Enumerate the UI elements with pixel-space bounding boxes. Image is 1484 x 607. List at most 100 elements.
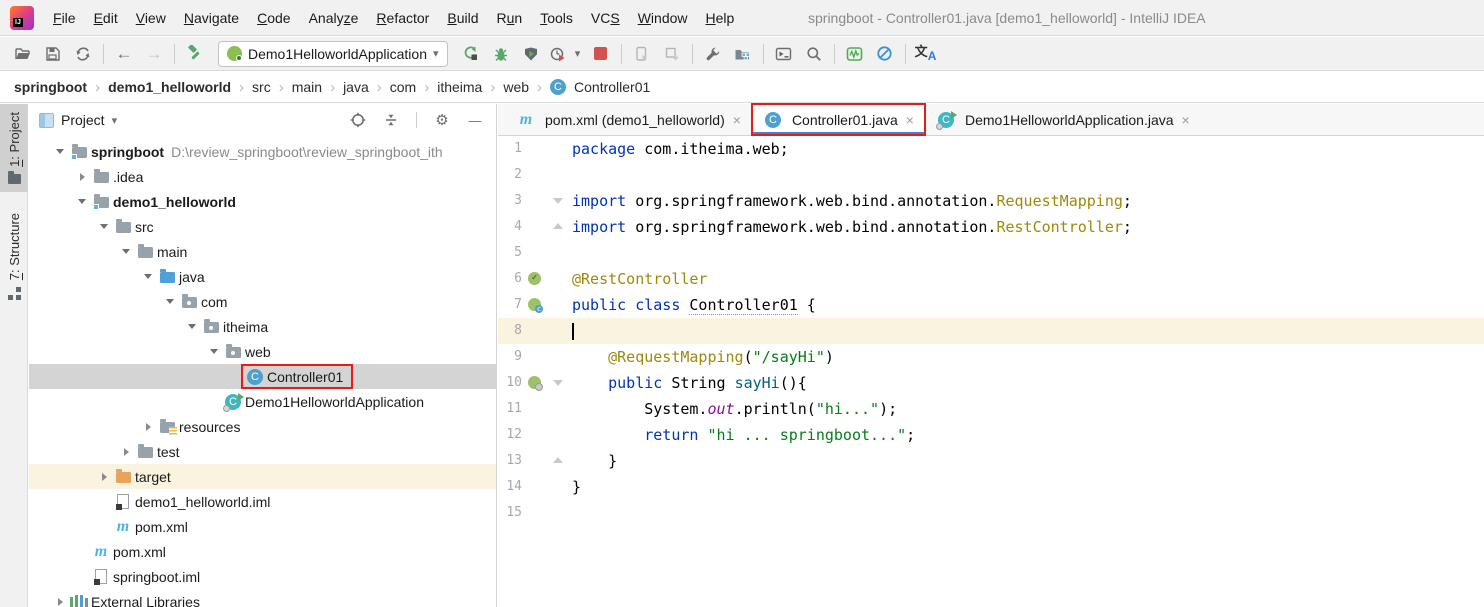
tree-toggle-icon[interactable] — [51, 598, 69, 606]
code-line-6[interactable]: 6✓@RestController — [498, 266, 1484, 292]
power-save-icon[interactable] — [870, 40, 900, 68]
run-console-icon[interactable] — [769, 40, 799, 68]
tree-toggle-icon[interactable] — [205, 349, 223, 354]
code-line-11[interactable]: 11 System.out.println("hi..."); — [498, 396, 1484, 422]
open-project-icon[interactable] — [8, 40, 38, 68]
menu-navigate[interactable]: Navigate — [175, 0, 248, 36]
spring-bean-icon[interactable]: c — [528, 298, 541, 311]
chevron-down-icon[interactable]: ▾ — [112, 114, 118, 127]
debug-icon[interactable] — [486, 40, 516, 68]
code-line-9[interactable]: 9 @RequestMapping("/sayHi") — [498, 344, 1484, 370]
breadcrumb-item-main[interactable]: main — [290, 79, 324, 95]
fold-marker-icon[interactable] — [553, 380, 563, 386]
project-panel-title[interactable]: Project — [61, 112, 105, 128]
tree-toggle-icon[interactable] — [117, 249, 135, 254]
tree-toggle-icon[interactable] — [95, 224, 113, 229]
breadcrumb-item-src[interactable]: src — [250, 79, 273, 95]
code-line-7[interactable]: 7cpublic class Controller01 { — [498, 292, 1484, 318]
menu-vcs[interactable]: VCS — [582, 0, 629, 36]
line-number[interactable]: 1 — [498, 136, 522, 162]
tree-row-web[interactable]: web — [29, 339, 496, 364]
tree-toggle-icon[interactable] — [183, 324, 201, 329]
tree-toggle-icon[interactable] — [95, 473, 113, 481]
breadcrumb-item-springboot[interactable]: springboot — [12, 79, 89, 95]
tree-toggle-icon[interactable] — [139, 274, 157, 279]
line-number[interactable]: 3 — [498, 188, 522, 214]
menu-refactor[interactable]: Refactor — [367, 0, 438, 36]
fold-marker-icon[interactable] — [553, 457, 563, 463]
tree-row-src[interactable]: src — [29, 214, 496, 239]
tree-toggle-icon[interactable] — [117, 448, 135, 456]
tab-controller01-java[interactable]: CController01.java× — [752, 104, 925, 135]
tree-toggle-icon[interactable] — [51, 149, 69, 154]
tree-row-springboot[interactable]: springbootD:\review_springboot\review_sp… — [29, 139, 496, 164]
menu-window[interactable]: Window — [629, 0, 697, 36]
tree-row-resources[interactable]: resources — [29, 414, 496, 439]
tree-row-pom-xml[interactable]: mpom.xml — [29, 539, 496, 564]
project-structure-icon[interactable] — [728, 40, 758, 68]
synchronize-icon[interactable] — [68, 40, 98, 68]
line-number[interactable]: 15 — [498, 500, 522, 526]
line-number[interactable]: 13 — [498, 448, 522, 474]
line-number[interactable]: 5 — [498, 240, 522, 266]
run-icon[interactable] — [456, 40, 486, 68]
code-line-10[interactable]: 10 public String sayHi(){ — [498, 370, 1484, 396]
code-line-4[interactable]: 4import org.springframework.web.bind.ann… — [498, 214, 1484, 240]
line-number[interactable]: 8 — [498, 318, 522, 344]
menu-tools[interactable]: Tools — [531, 0, 582, 36]
run-with-coverage-icon[interactable] — [516, 40, 546, 68]
spring-bean-icon[interactable] — [528, 376, 541, 389]
tree-row-com[interactable]: com — [29, 289, 496, 314]
tree-row-demo1helloworldapplication[interactable]: CDemo1HelloworldApplication — [29, 389, 496, 414]
run-configuration-select[interactable]: Demo1HelloworldApplication ▾ — [218, 41, 448, 67]
stop-icon[interactable] — [586, 40, 616, 68]
code-line-8[interactable]: 8 — [498, 318, 1484, 344]
menu-code[interactable]: Code — [248, 0, 299, 36]
gear-icon[interactable]: ⚙ — [429, 108, 455, 132]
tree-row-external-libraries[interactable]: External Libraries — [29, 589, 496, 607]
tree-row-springboot-iml[interactable]: springboot.iml — [29, 564, 496, 589]
code-line-2[interactable]: 2 — [498, 162, 1484, 188]
breadcrumb-item-java[interactable]: java — [341, 79, 371, 95]
search-icon[interactable] — [799, 40, 829, 68]
line-number[interactable]: 11 — [498, 396, 522, 422]
menu-help[interactable]: Help — [697, 0, 744, 36]
line-number[interactable]: 9 — [498, 344, 522, 370]
tree-row-itheima[interactable]: itheima — [29, 314, 496, 339]
profiler-icon[interactable] — [546, 40, 570, 68]
tab-pom-xml-demo1-helloworld[interactable]: mpom.xml (demo1_helloworld)× — [505, 104, 752, 135]
menu-file[interactable]: File — [44, 0, 85, 36]
activity-monitor-icon[interactable] — [840, 40, 870, 68]
tree-row-demo1-helloworld[interactable]: demo1_helloworld — [29, 189, 496, 214]
menu-view[interactable]: View — [127, 0, 175, 36]
code-line-3[interactable]: 3import org.springframework.web.bind.ann… — [498, 188, 1484, 214]
code-area[interactable]: 1package com.itheima.web;23import org.sp… — [498, 136, 1484, 607]
tab-demo1helloworldapplication-java[interactable]: CDemo1HelloworldApplication.java× — [925, 104, 1201, 135]
save-all-icon[interactable] — [38, 40, 68, 68]
line-number[interactable]: 6 — [498, 266, 522, 292]
code-line-5[interactable]: 5 — [498, 240, 1484, 266]
tree-toggle-icon[interactable] — [73, 173, 91, 181]
tree-row-controller01[interactable]: CController01 — [29, 364, 496, 389]
breadcrumb-item-itheima[interactable]: itheima — [435, 79, 484, 95]
tree-row-target[interactable]: target — [29, 464, 496, 489]
tool-window-button-7-structure[interactable]: 7: Structure — [0, 205, 28, 308]
tab-close-icon[interactable]: × — [1182, 112, 1190, 128]
code-line-14[interactable]: 14} — [498, 474, 1484, 500]
breadcrumb-item-controller01[interactable]: Controller01 — [572, 79, 652, 95]
code-line-12[interactable]: 12 return "hi ... springboot..."; — [498, 422, 1484, 448]
hide-panel-icon[interactable]: — — [462, 108, 488, 132]
line-number[interactable]: 2 — [498, 162, 522, 188]
profiler-dropdown-icon[interactable]: ▾ — [570, 40, 586, 68]
update-application-icon[interactable] — [657, 40, 687, 68]
collapse-all-icon[interactable] — [378, 108, 404, 132]
build-hammer-icon[interactable] — [180, 40, 210, 68]
breadcrumb-item-com[interactable]: com — [388, 79, 418, 95]
menu-analyze[interactable]: Analyze — [300, 0, 368, 36]
line-number[interactable]: 4 — [498, 214, 522, 240]
tree-toggle-icon[interactable] — [139, 423, 157, 431]
line-number[interactable]: 12 — [498, 422, 522, 448]
settings-wrench-icon[interactable] — [698, 40, 728, 68]
tree-row-pom-xml[interactable]: mpom.xml — [29, 514, 496, 539]
tree-row-test[interactable]: test — [29, 439, 496, 464]
